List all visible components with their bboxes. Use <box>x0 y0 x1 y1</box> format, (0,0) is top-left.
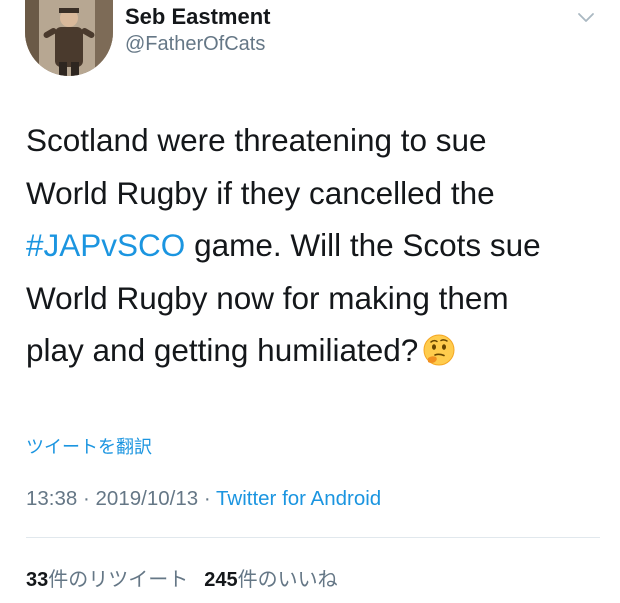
tweet-line: play and getting humiliated? <box>26 324 606 377</box>
likes-stat[interactable]: 245件のいいね <box>204 569 337 591</box>
like-label: 件のいいね <box>237 569 338 591</box>
tweet-stats: 33件のリツイート 245件のいいね <box>26 563 338 592</box>
like-count: 245 <box>204 569 238 591</box>
tweet-time: 13:38 <box>26 487 78 510</box>
tweet-line-rest: game. Will the Scots sue <box>185 227 541 263</box>
tweet-meta: 13:38 · 2019/10/13 · Twitter for Android <box>26 487 381 511</box>
author-display-name[interactable]: Seb Eastment <box>125 4 271 30</box>
meta-separator: · <box>77 487 96 510</box>
tweet-source-link[interactable]: Twitter for Android <box>216 487 381 510</box>
retweet-label: 件のリツイート <box>48 569 189 591</box>
meta-separator: · <box>198 487 216 510</box>
tweet-line: Scotland were threatening to sue <box>26 122 487 158</box>
tweet-line: World Rugby if they cancelled the <box>26 174 495 211</box>
translate-tweet-link[interactable]: ツイートを翻訳 <box>26 433 152 459</box>
thinking-face-emoji <box>422 330 456 366</box>
retweet-count: 33 <box>26 569 49 591</box>
tweet-line: #JAPvSCO game. Will the Scots sue <box>26 219 606 272</box>
retweets-stat[interactable]: 33件のリツイート <box>26 569 188 591</box>
tweet-line-text: play and getting humiliated? <box>26 332 419 368</box>
avatar[interactable] <box>25 0 113 76</box>
tweet-date: 2019/10/13 <box>95 487 199 510</box>
divider <box>26 537 600 538</box>
author-handle[interactable]: @FatherOfCats <box>125 33 265 56</box>
tweet-line: World Rugby now for making them <box>26 279 509 316</box>
tweet-text: Scotland were threatening to sue World R… <box>26 114 606 377</box>
hashtag-link[interactable]: #JAPvSCO <box>26 227 185 263</box>
chevron-down-icon[interactable] <box>576 8 596 28</box>
